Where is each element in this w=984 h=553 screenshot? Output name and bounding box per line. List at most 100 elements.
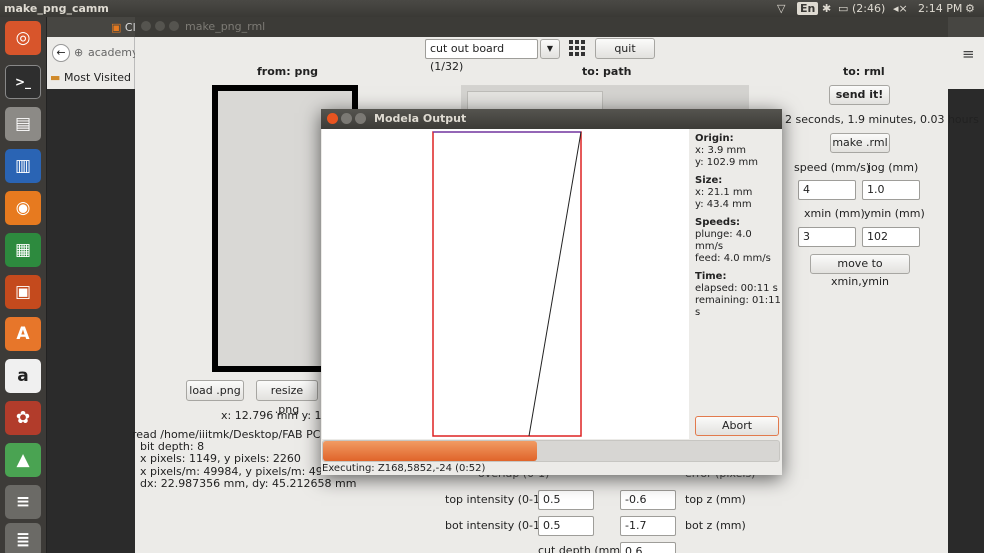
cut-depth-input[interactable]: 0.6 bbox=[620, 542, 676, 553]
machine-select[interactable]: cut out board (1/32) bbox=[425, 39, 538, 73]
move-to-xmin-ymin-button[interactable]: move to xmin,ymin bbox=[810, 254, 910, 288]
remaining-time: remaining: 01:11 s bbox=[695, 295, 781, 318]
minimize-icon[interactable] bbox=[341, 113, 352, 124]
ymin-input[interactable]: 102 bbox=[862, 227, 920, 247]
modela-output-dialog: Modela Output Origin: x: 3.9 mm y: 102.9… bbox=[321, 109, 782, 475]
size-x: x: 21.1 mm bbox=[695, 187, 753, 198]
launcher: ◎ >_ ▤ ▥ ◉ ▦ ▣ A a ✿ ▲ ≡ ≣ bbox=[0, 17, 47, 553]
send-it-button[interactable]: send it! bbox=[829, 85, 890, 105]
origin-y: y: 102.9 mm bbox=[695, 157, 759, 168]
wifi-icon[interactable]: ▽ bbox=[777, 1, 785, 16]
to-path-header: to: path bbox=[582, 65, 632, 78]
amazon-icon[interactable]: a bbox=[5, 359, 41, 393]
bluetooth-icon[interactable]: ✱ bbox=[822, 1, 831, 16]
app-title: make_png_rml bbox=[185, 20, 266, 33]
globe-icon: ⊕ bbox=[74, 46, 84, 59]
abort-button[interactable]: Abort bbox=[695, 416, 779, 436]
bookmark-most-visited[interactable]: Most Visited bbox=[64, 71, 131, 84]
trash-icon[interactable]: ≣ bbox=[5, 523, 41, 553]
speed-label: speed (mm/s) bbox=[794, 161, 871, 174]
toolpath-canvas bbox=[322, 129, 689, 439]
origin-x: x: 3.9 mm bbox=[695, 145, 747, 156]
executing-status: Executing: Z168,5852,-24 (0:52) bbox=[322, 463, 486, 474]
settings-gear-icon[interactable]: ⚙ bbox=[965, 1, 975, 16]
toolpath-line bbox=[528, 131, 582, 437]
battery-icon[interactable]: ▭ bbox=[838, 1, 848, 16]
top-intensity-input[interactable]: 0.5 bbox=[538, 490, 594, 510]
jog-input[interactable]: 1.0 bbox=[862, 180, 920, 200]
plunge-speed: plunge: 4.0 mm/s bbox=[695, 229, 752, 252]
battery-time[interactable]: (2:46) bbox=[852, 1, 885, 16]
bookmark-folder-icon: ▬ bbox=[50, 71, 61, 84]
elapsed-time: elapsed: 00:11 s bbox=[695, 283, 778, 294]
clock[interactable]: 2:14 PM bbox=[918, 1, 962, 16]
toolpath-svg bbox=[432, 131, 582, 437]
app-titlebar: make_png_rml bbox=[135, 17, 948, 37]
impress-icon[interactable]: ▣ bbox=[5, 275, 41, 309]
grid-icon-svg bbox=[569, 40, 585, 56]
dash-home-icon[interactable]: ◎ bbox=[5, 21, 41, 55]
job-info: Origin: x: 3.9 mm y: 102.9 mm Size: x: 2… bbox=[695, 133, 782, 319]
volume-icon[interactable]: ◂× bbox=[893, 1, 908, 16]
top-z-label: top z (mm) bbox=[685, 493, 746, 506]
progress-fill bbox=[323, 441, 538, 461]
firefox-navbar-right: ≡ bbox=[948, 37, 984, 89]
files-icon[interactable]: ▤ bbox=[5, 107, 41, 141]
keyboard-layout-indicator[interactable]: En bbox=[797, 2, 819, 15]
grid-icon[interactable] bbox=[568, 39, 587, 58]
resize-png-button[interactable]: resize .png bbox=[256, 380, 318, 416]
speeds-title: Speeds: bbox=[695, 217, 741, 228]
progress-bar bbox=[322, 440, 780, 462]
top-z-input[interactable]: -0.6 bbox=[620, 490, 676, 510]
xmin-label: xmin (mm) bbox=[804, 207, 865, 220]
size-title: Size: bbox=[695, 175, 723, 186]
bot-intensity-input[interactable]: 0.5 bbox=[538, 516, 594, 536]
xmin-input[interactable]: 3 bbox=[798, 227, 856, 247]
maximize-icon[interactable] bbox=[355, 113, 366, 124]
origin-title: Origin: bbox=[695, 133, 734, 144]
firefox-navbar: ← ⊕ academy ▬ Most Visited bbox=[47, 37, 139, 89]
tab-favicon-icon: ▣ bbox=[111, 21, 122, 34]
url-text[interactable]: academy bbox=[88, 46, 139, 59]
make-rml-button[interactable]: make .rml bbox=[830, 133, 890, 153]
quit-button[interactable]: quit bbox=[595, 38, 655, 59]
system-settings-icon[interactable]: ✿ bbox=[5, 401, 41, 435]
ubuntu-store-icon[interactable]: ▲ bbox=[5, 443, 41, 477]
from-png-header: from: png bbox=[257, 65, 319, 78]
workspace-stack-icon[interactable]: ≡ bbox=[5, 485, 41, 519]
speed-input[interactable]: 4 bbox=[798, 180, 856, 200]
top-intensity-label: top intensity (0-1) bbox=[445, 493, 545, 506]
to-rml-header: to: rml bbox=[843, 65, 885, 78]
time-estimate: 2 seconds, 1.9 minutes, 0.03 hours bbox=[785, 113, 979, 126]
hamburger-menu-icon[interactable]: ≡ bbox=[962, 45, 975, 63]
bot-intensity-label: bot intensity (0-1) bbox=[445, 519, 545, 532]
bot-z-label: bot z (mm) bbox=[685, 519, 746, 532]
time-title: Time: bbox=[695, 271, 727, 282]
back-arrow-icon[interactable]: ← bbox=[52, 44, 70, 62]
cut-depth-label: cut depth (mm) bbox=[538, 544, 625, 553]
writer-icon[interactable]: ▥ bbox=[5, 149, 41, 183]
dialog-title: Modela Output bbox=[374, 112, 467, 125]
close-icon[interactable] bbox=[141, 21, 151, 31]
read-info-dims: dx: 22.987356 mm, dy: 45.212658 mm bbox=[140, 477, 357, 490]
bot-z-input[interactable]: -1.7 bbox=[620, 516, 676, 536]
calc-icon[interactable]: ▦ bbox=[5, 233, 41, 267]
maximize-icon[interactable] bbox=[169, 21, 179, 31]
cut-boundary bbox=[432, 131, 582, 437]
terminal-icon[interactable]: >_ bbox=[5, 65, 41, 99]
dialog-titlebar: Modela Output bbox=[321, 109, 782, 129]
chevron-down-icon[interactable]: ▼ bbox=[540, 39, 560, 59]
firefox-icon[interactable]: ◉ bbox=[5, 191, 41, 225]
close-icon[interactable] bbox=[327, 113, 338, 124]
minimize-icon[interactable] bbox=[155, 21, 165, 31]
load-png-button[interactable]: load .png bbox=[186, 380, 244, 401]
firefox-content-dark bbox=[948, 89, 984, 553]
ymin-label: ymin (mm) bbox=[864, 207, 925, 220]
feed-speed: feed: 4.0 mm/s bbox=[695, 253, 771, 264]
top-panel: make_png_camm ▽ En ✱ ▭ (2:46) ◂× 2:14 PM… bbox=[0, 0, 984, 17]
read-info-pixels: x pixels: 1149, y pixels: 2260 bbox=[140, 452, 301, 465]
size-y: y: 43.4 mm bbox=[695, 199, 752, 210]
jog-label: jog (mm) bbox=[868, 161, 919, 174]
software-center-icon[interactable]: A bbox=[5, 317, 41, 351]
active-app-title: make_png_camm bbox=[4, 2, 109, 15]
